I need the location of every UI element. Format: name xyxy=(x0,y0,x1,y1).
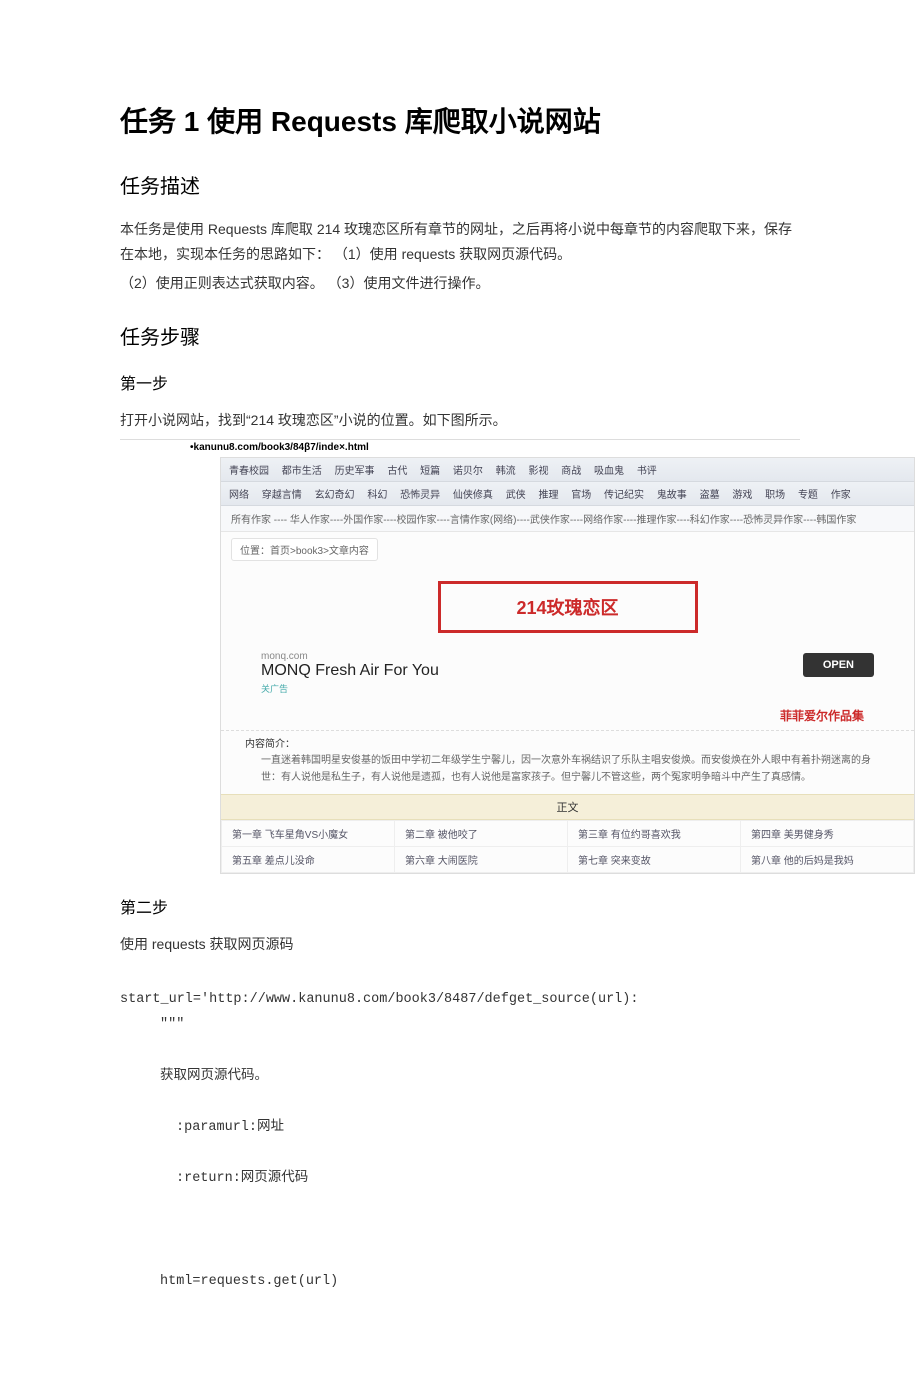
nav-item[interactable]: 短篇 xyxy=(420,466,440,477)
nav-item[interactable]: 影视 xyxy=(528,466,548,477)
nav-item[interactable]: 韩流 xyxy=(496,466,516,477)
chapter-link[interactable]: 第六章 大闹医院 xyxy=(395,846,568,872)
nav-row-1: 青春校园 都市生活 历史军事 古代 短篇 诺贝尔 韩流 影视 商战 吸血鬼 书评 xyxy=(221,458,914,482)
section-task-desc: 任务描述 xyxy=(120,170,800,199)
ad-open-button[interactable]: OPEN xyxy=(803,653,874,677)
intro-heading: 内容简介： xyxy=(245,735,890,750)
code-line: :return:网页源代码 xyxy=(120,1166,800,1192)
nav-item[interactable]: 古代 xyxy=(387,466,407,477)
intro-block: 内容简介： 一直迷着韩国明星安俊基的饭田中学初二年级学生宁馨儿，因一次意外车祸结… xyxy=(221,730,914,794)
nav-item[interactable]: 鬼故事 xyxy=(657,490,687,501)
doc-title: 任务 1 使用 Requests 库爬取小说网站 xyxy=(120,100,800,140)
browser-frame: 青春校园 都市生活 历史军事 古代 短篇 诺贝尔 韩流 影视 商战 吸血鬼 书评… xyxy=(220,457,915,874)
chapter-table: 第一章 飞车星角VS小魔女 第二章 被他咬了 第三章 有位约哥喜欢我 第四章 美… xyxy=(221,820,914,873)
code-line: 获取网页源代码。 xyxy=(120,1064,800,1090)
code-line: """ xyxy=(120,1012,800,1038)
nav-item[interactable]: 科幻 xyxy=(367,490,387,501)
nav-item[interactable]: 都市生活 xyxy=(282,466,322,477)
code-block: start_url='http://www.kanunu8.com/book3/… xyxy=(120,961,800,1320)
content-heading: 正文 xyxy=(221,794,914,820)
nav-row-2: 网络 穿越言情 玄幻奇幻 科幻 恐怖灵异 仙侠修真 武侠 推理 官场 传记纪实 … xyxy=(221,482,914,506)
nav-item[interactable]: 作家 xyxy=(831,490,851,501)
novel-title-box: 214玫瑰恋区 xyxy=(438,581,698,633)
address-bar: •kanunu8.com/book3/84β7/inde×.html xyxy=(120,439,800,457)
intro-body: 一直迷着韩国明星安俊基的饭田中学初二年级学生宁馨儿，因一次意外车祸结识了乐队主唱… xyxy=(245,752,890,786)
table-row: 第一章 飞车星角VS小魔女 第二章 被他咬了 第三章 有位约哥喜欢我 第四章 美… xyxy=(222,820,914,846)
nav-item[interactable]: 武侠 xyxy=(506,490,526,501)
chapter-link[interactable]: 第二章 被他咬了 xyxy=(395,820,568,846)
chapter-link[interactable]: 第四章 美男健身秀 xyxy=(741,820,914,846)
ad-text-block: monq.com MONQ Fresh Air For You xyxy=(261,651,439,680)
code-line: start_url='http://www.kanunu8.com/book3/… xyxy=(120,992,638,1007)
table-row: 第五章 差点儿没命 第六章 大闹医院 第七章 突来变故 第八章 他的后妈是我妈 xyxy=(222,846,914,872)
chapter-link[interactable]: 第八章 他的后妈是我妈 xyxy=(741,846,914,872)
step-1-heading: 第一步 xyxy=(120,370,800,394)
code-line: :paramurl:网址 xyxy=(120,1115,800,1141)
nav-item[interactable]: 诺贝尔 xyxy=(453,466,483,477)
breadcrumb: 位置：首页>book3>文章内容 xyxy=(231,538,378,561)
nav-item[interactable]: 盗墓 xyxy=(700,490,720,501)
nav-item[interactable]: 专题 xyxy=(798,490,818,501)
nav-item[interactable]: 穿越言情 xyxy=(262,490,302,501)
nav-item[interactable]: 推理 xyxy=(538,490,558,501)
ad-close-link[interactable]: 关广告 xyxy=(221,682,914,695)
nav-item[interactable]: 商战 xyxy=(561,466,581,477)
nav-item[interactable]: 网络 xyxy=(229,490,249,501)
section-task-steps: 任务步骤 xyxy=(120,321,800,350)
chapter-link[interactable]: 第三章 有位约哥喜欢我 xyxy=(568,820,741,846)
ad-headline: MONQ Fresh Air For You xyxy=(261,662,439,680)
nav-item[interactable]: 官场 xyxy=(571,490,591,501)
nav-item[interactable]: 传记纪实 xyxy=(604,490,644,501)
nav-item[interactable]: 书评 xyxy=(637,466,657,477)
code-line: html=requests.get(url) xyxy=(120,1269,800,1295)
nav-item[interactable]: 职场 xyxy=(765,490,785,501)
nav-item[interactable]: 历史军事 xyxy=(335,466,375,477)
novel-title: 214玫瑰恋区 xyxy=(441,594,695,620)
ad-banner: monq.com MONQ Fresh Air For You OPEN xyxy=(221,643,914,684)
nav-item[interactable]: 仙侠修真 xyxy=(453,490,493,501)
nav-item[interactable]: 青春校园 xyxy=(229,466,269,477)
chapter-link[interactable]: 第七章 突来变故 xyxy=(568,846,741,872)
nav-item[interactable]: 游戏 xyxy=(732,490,752,501)
step-2-text: 使用 requests 获取网页源码 xyxy=(120,932,800,957)
ad-domain: monq.com xyxy=(261,651,439,662)
nav-item[interactable]: 玄幻奇幻 xyxy=(315,490,355,501)
author-links-row: 所有作家 ---- 华人作家----外国作家----校园作家----言情作家(网… xyxy=(221,506,914,532)
nav-item[interactable]: 吸血鬼 xyxy=(594,466,624,477)
author-works-link[interactable]: 菲菲爱尔作品集 xyxy=(221,695,914,726)
nav-item[interactable]: 恐怖灵异 xyxy=(400,490,440,501)
para-desc-1: 本任务是使用 Requests 库爬取 214 玫瑰恋区所有章节的网址，之后再将… xyxy=(120,217,800,267)
chapter-link[interactable]: 第一章 飞车星角VS小魔女 xyxy=(222,820,395,846)
step-1-text: 打开小说网站，找到“214 玫瑰恋区”小说的位置。如下图所示。 xyxy=(120,408,800,433)
chapter-link[interactable]: 第五章 差点儿没命 xyxy=(222,846,395,872)
para-desc-2: （2）使用正则表达式获取内容。 （3）使用文件进行操作。 xyxy=(120,271,800,296)
step-2-heading: 第二步 xyxy=(120,894,800,918)
embedded-screenshot: •kanunu8.com/book3/84β7/inde×.html 青春校园 … xyxy=(120,439,800,874)
